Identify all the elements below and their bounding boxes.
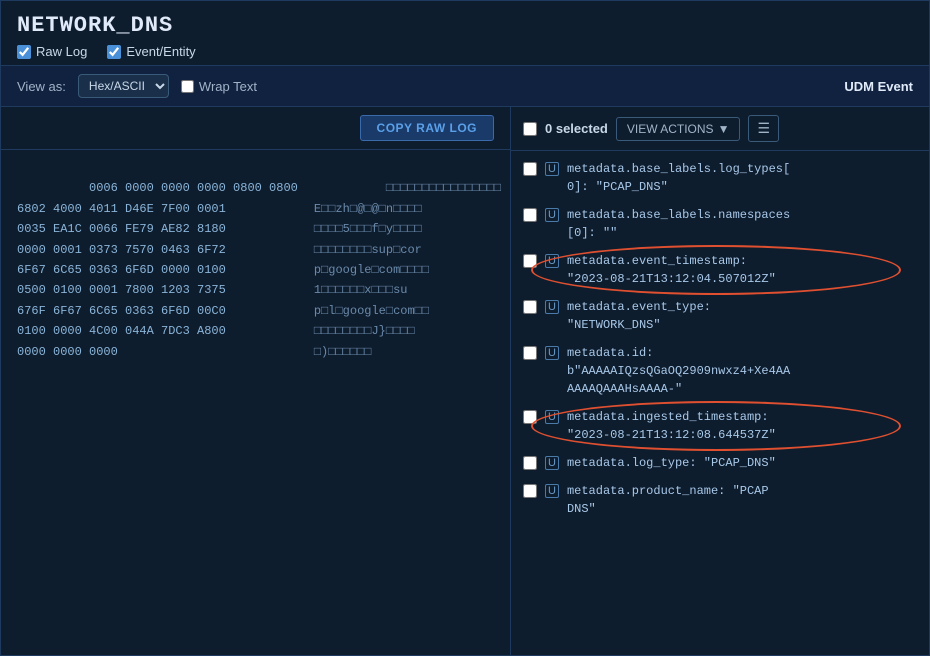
checkboxes-row: Raw Log Event/Entity xyxy=(17,44,913,59)
main-content: COPY RAW LOG 0006 0000 0000 0000 0800 08… xyxy=(1,107,929,655)
left-panel: COPY RAW LOG 0006 0000 0000 0000 0800 08… xyxy=(1,107,511,655)
copy-btn-row: COPY RAW LOG xyxy=(1,107,510,150)
list-item: U metadata.base_labels.namespaces[0]: "" xyxy=(511,201,929,247)
udm-type-icon: U xyxy=(545,484,559,498)
right-panel-wrapper: 0 selected VIEW ACTIONS ▼ ☰ U me xyxy=(511,107,929,655)
toolbar-row: View as: Hex/ASCII Text JSON Wrap Text U… xyxy=(1,65,929,107)
wrap-text-checkbox[interactable] xyxy=(181,80,194,93)
wrap-text-label[interactable]: Wrap Text xyxy=(181,79,257,94)
chevron-down-icon: ▼ xyxy=(718,122,730,136)
udm-type-icon: U xyxy=(545,410,559,424)
app-container: NETWORK_DNS Raw Log Event/Entity View as… xyxy=(0,0,930,656)
udm-type-icon: U xyxy=(545,254,559,268)
raw-log-checkbox[interactable] xyxy=(17,45,31,59)
list-item: U metadata.product_name: "PCAPDNS" xyxy=(511,477,929,523)
selected-count: 0 selected xyxy=(545,121,608,136)
view-as-label: View as: xyxy=(17,79,66,94)
item-checkbox[interactable] xyxy=(523,410,537,424)
item-checkbox[interactable] xyxy=(523,456,537,470)
udm-type-icon: U xyxy=(545,346,559,360)
list-item: U metadata.event_timestamp:"2023-08-21T1… xyxy=(511,247,929,293)
item-checkbox[interactable] xyxy=(523,484,537,498)
view-actions-button[interactable]: VIEW ACTIONS ▼ xyxy=(616,117,741,141)
udm-toolbar: 0 selected VIEW ACTIONS ▼ ☰ xyxy=(511,107,929,151)
udm-events-list[interactable]: U metadata.base_labels.log_types[0]: "PC… xyxy=(511,151,929,655)
udm-type-icon: U xyxy=(545,300,559,314)
ascii-line-1: □□□□□□□□□□□□□□□□ E□□zh□@□@□n□□□□ □□□□5□□… xyxy=(314,181,501,358)
udm-field-text: metadata.base_labels.namespaces[0]: "" xyxy=(567,206,917,242)
list-item: U metadata.event_type:"NETWORK_DNS" xyxy=(511,293,929,339)
item-checkbox[interactable] xyxy=(523,162,537,176)
item-checkbox[interactable] xyxy=(523,300,537,314)
filter-icon: ☰ xyxy=(757,120,770,136)
udm-type-icon: U xyxy=(545,456,559,470)
hex-line-1: 0006 0000 0000 0000 0800 0800 6802 4000 … xyxy=(17,181,298,358)
list-item: U metadata.id:b"AAAAAIQzsQGaOQ2909nwxz4+… xyxy=(511,339,929,403)
udm-event-label: UDM Event xyxy=(844,79,913,94)
header: NETWORK_DNS Raw Log Event/Entity xyxy=(1,1,929,65)
event-entity-checkbox-label[interactable]: Event/Entity xyxy=(107,44,195,59)
filter-button[interactable]: ☰ xyxy=(748,115,779,142)
udm-type-icon: U xyxy=(545,208,559,222)
list-item: U metadata.ingested_timestamp:"2023-08-2… xyxy=(511,403,929,449)
event-entity-checkbox[interactable] xyxy=(107,45,121,59)
hex-content: 0006 0000 0000 0000 0800 0800 6802 4000 … xyxy=(1,150,510,655)
item-checkbox[interactable] xyxy=(523,208,537,222)
udm-field-text: metadata.id:b"AAAAAIQzsQGaOQ2909nwxz4+Xe… xyxy=(567,344,917,398)
raw-log-checkbox-label[interactable]: Raw Log xyxy=(17,44,87,59)
udm-event-timestamp: metadata.event_timestamp:"2023-08-21T13:… xyxy=(567,252,917,288)
udm-type-icon: U xyxy=(545,162,559,176)
page-title: NETWORK_DNS xyxy=(17,13,913,38)
item-checkbox[interactable] xyxy=(523,346,537,360)
select-all-checkbox[interactable] xyxy=(523,122,537,136)
list-item: U metadata.log_type: "PCAP_DNS" xyxy=(511,449,929,477)
item-checkbox[interactable] xyxy=(523,254,537,268)
list-item: U metadata.base_labels.log_types[0]: "PC… xyxy=(511,155,929,201)
udm-ingested-timestamp: metadata.ingested_timestamp:"2023-08-21T… xyxy=(567,408,917,444)
udm-field-text: metadata.base_labels.log_types[0]: "PCAP… xyxy=(567,160,917,196)
copy-raw-log-button[interactable]: COPY RAW LOG xyxy=(360,115,494,141)
udm-field-text: metadata.product_name: "PCAPDNS" xyxy=(567,482,917,518)
ascii-column: □□□□□□□□□□□□□□□□ E□□zh□@□@□n□□□□ □□□□5□□… xyxy=(314,158,501,647)
hex-column: 0006 0000 0000 0000 0800 0800 6802 4000 … xyxy=(17,158,298,647)
udm-field-text: metadata.event_type:"NETWORK_DNS" xyxy=(567,298,917,334)
right-panel: 0 selected VIEW ACTIONS ▼ ☰ U me xyxy=(511,107,929,655)
view-as-select[interactable]: Hex/ASCII Text JSON xyxy=(78,74,169,98)
udm-field-text: metadata.log_type: "PCAP_DNS" xyxy=(567,454,917,472)
